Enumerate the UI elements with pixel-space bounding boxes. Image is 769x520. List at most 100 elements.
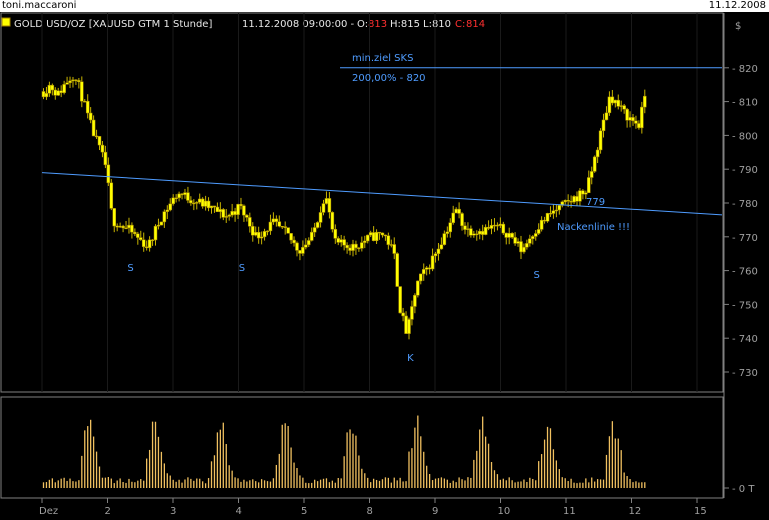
- candle-body: [377, 231, 382, 234]
- candle-body: [433, 253, 438, 257]
- candle-body: [598, 130, 603, 151]
- candle-body: [531, 236, 535, 239]
- candle-body: [245, 214, 249, 218]
- candle-body: [165, 209, 170, 212]
- candle-body: [85, 100, 90, 114]
- candle-body: [139, 237, 143, 240]
- time-tick-label: 2: [105, 506, 111, 517]
- candle-body: [327, 198, 332, 213]
- candle-body: [430, 255, 435, 270]
- candle-legend-icon: [1, 17, 11, 27]
- candle-body: [451, 212, 455, 223]
- candle-body: [424, 267, 429, 270]
- user-name: toni.maccaroni: [2, 0, 77, 11]
- candle-body: [413, 295, 417, 307]
- candle-body: [289, 233, 293, 241]
- candle-body: [563, 200, 567, 203]
- timestamp-label: 11.12.2008 09:00:00 -: [242, 19, 355, 30]
- candle-body: [401, 312, 405, 317]
- price-chart[interactable]: GOLD USD/OZ [XAUUSD GTM 1 Stunde] 11.12.…: [0, 12, 769, 520]
- candle-body: [427, 267, 432, 270]
- candle-body: [380, 232, 385, 236]
- candle-body: [65, 82, 69, 85]
- time-tick-label: 3: [170, 506, 176, 517]
- candle-body: [186, 192, 190, 201]
- candle-body: [268, 221, 273, 232]
- candle-body: [177, 193, 181, 199]
- candle-body: [197, 198, 202, 203]
- candle-body: [230, 211, 234, 216]
- candle-body: [309, 231, 314, 241]
- low-label: L:810: [423, 19, 451, 30]
- candle-body: [50, 84, 55, 91]
- shoulder-marker: S: [534, 270, 540, 281]
- candle-body: [419, 273, 423, 282]
- candle-body: [640, 106, 644, 129]
- price-tick-label: - 760: [732, 267, 758, 278]
- candle-body: [416, 280, 420, 296]
- candle-body: [103, 151, 108, 166]
- candle-body: [253, 232, 258, 236]
- candle-body: [206, 200, 211, 209]
- candle-body: [118, 225, 122, 228]
- candle-body: [221, 209, 226, 218]
- candle-body: [333, 229, 338, 239]
- candle-body: [83, 100, 87, 103]
- candle-body: [330, 212, 335, 230]
- candle-body: [545, 213, 550, 222]
- candle-body: [351, 243, 355, 251]
- candle-body: [389, 244, 394, 246]
- candle-body: [395, 253, 399, 287]
- candle-body: [619, 105, 623, 107]
- candle-body: [80, 81, 84, 102]
- candle-body: [622, 105, 626, 110]
- time-tick-label: 15: [694, 506, 707, 517]
- close-value: 814: [466, 19, 485, 30]
- candle-body: [53, 89, 58, 96]
- candle-body: [233, 211, 237, 215]
- price-tick-label: - 790: [732, 165, 758, 176]
- price-tick-label: - 730: [732, 368, 758, 379]
- candle-body: [195, 202, 199, 204]
- candle-body: [304, 244, 308, 248]
- candle-body: [106, 164, 111, 184]
- time-tick-label: 9: [432, 506, 438, 517]
- candle-body: [421, 269, 426, 275]
- candle-body: [410, 306, 414, 320]
- candle-body: [442, 233, 447, 245]
- candle-body: [283, 226, 287, 228]
- candle-body: [68, 80, 72, 83]
- target-label: min.ziel SKS: [352, 53, 413, 64]
- candle-body: [218, 209, 223, 213]
- candle-body: [477, 230, 482, 235]
- candle-body: [47, 84, 52, 94]
- candle-body: [324, 198, 329, 204]
- candle-body: [277, 221, 282, 227]
- candle-body: [463, 225, 467, 230]
- candle-body: [301, 247, 305, 254]
- candle-body: [168, 203, 172, 211]
- candle-body: [97, 136, 102, 146]
- candle-body: [174, 197, 178, 200]
- candle-body: [631, 117, 635, 122]
- currency-mark: $: [735, 21, 741, 32]
- candle-body: [595, 149, 600, 158]
- candle-body: [592, 156, 597, 172]
- candle-body: [581, 190, 585, 195]
- candle-body: [404, 315, 408, 334]
- close-label: C:: [455, 19, 465, 30]
- high-label: H:815: [390, 19, 420, 30]
- candle-body: [510, 233, 514, 238]
- candle-body: [445, 231, 450, 234]
- candle-body: [141, 239, 146, 247]
- candle-body: [147, 239, 152, 249]
- candle-body: [215, 206, 220, 213]
- candle-body: [77, 80, 81, 83]
- candle-body: [466, 228, 470, 230]
- candle-body: [584, 192, 588, 195]
- candle-body: [59, 90, 63, 93]
- candle-body: [298, 250, 302, 254]
- candle-body: [604, 112, 609, 121]
- candle-body: [542, 219, 547, 222]
- time-tick-label: 11: [563, 506, 576, 517]
